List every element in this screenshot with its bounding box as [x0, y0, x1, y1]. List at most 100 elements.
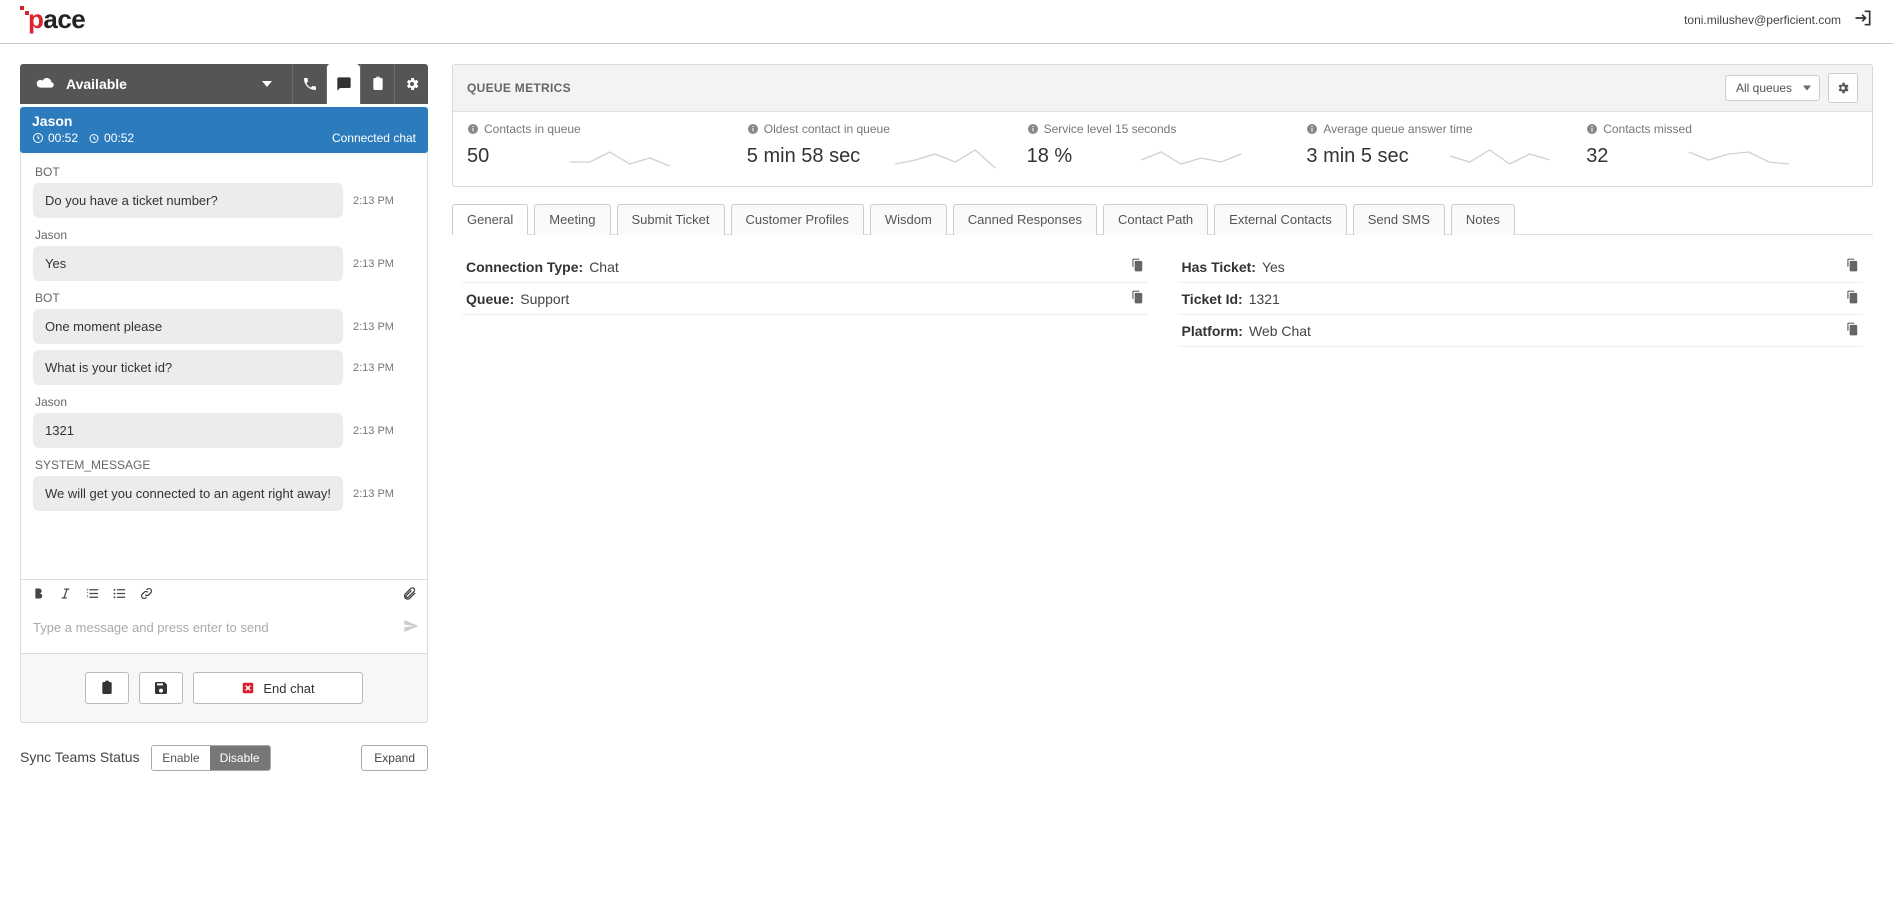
info-col-left: Connection Type: Chat Queue: Support [462, 251, 1148, 347]
tab-submit-ticket[interactable]: Submit Ticket [617, 204, 725, 235]
metrics-settings-button[interactable] [1828, 73, 1858, 103]
app-header: pace toni.milushev@perficient.com [0, 0, 1893, 44]
gear-icon [1836, 81, 1850, 95]
settings-tab[interactable] [394, 64, 428, 104]
attachment-button[interactable] [400, 584, 419, 606]
link-button[interactable] [137, 584, 156, 606]
message-sender: Jason [35, 395, 417, 409]
info-icon [1586, 123, 1598, 135]
message-sender: BOT [35, 291, 417, 305]
metric-value: 5 min 58 sec [747, 145, 860, 168]
copy-icon [1130, 290, 1144, 304]
tab-contact-path[interactable]: Contact Path [1103, 204, 1208, 235]
unordered-list-button[interactable] [110, 584, 129, 606]
sync-status-group: Sync Teams Status Enable Disable [20, 745, 271, 771]
header-user-area: toni.milushev@perficient.com [1684, 8, 1873, 31]
sparkline [1084, 142, 1298, 170]
info-icon [1306, 123, 1318, 135]
bold-button[interactable] [29, 584, 48, 606]
info-icon [1027, 123, 1039, 135]
message-row: Do you have a ticket number?2:13 PM [33, 183, 417, 218]
tab-customer-profiles[interactable]: Customer Profiles [731, 204, 864, 235]
chat-scroll[interactable]: BOT Do you have a ticket number?2:13 PM Ja… [21, 153, 427, 579]
metric-item: Oldest contact in queue 5 min 58 sec [747, 122, 1019, 170]
expand-button[interactable]: Expand [361, 745, 428, 771]
send-button[interactable] [403, 618, 419, 637]
copy-icon [1845, 290, 1859, 304]
metric-label: Service level 15 seconds [1027, 122, 1299, 136]
contact-card[interactable]: Jason 00:52 00:52 Connected chat [20, 107, 428, 153]
copy-button[interactable] [1845, 290, 1859, 307]
message-row: Yes2:13 PM [33, 246, 417, 281]
tab-wisdom[interactable]: Wisdom [870, 204, 947, 235]
agent-status-selector[interactable]: Available [20, 74, 292, 95]
metric-value: 32 [1586, 145, 1608, 168]
logo-p: p [28, 4, 43, 34]
info-row: Has Ticket: Yes [1178, 251, 1864, 283]
copy-icon [1845, 258, 1859, 272]
tab-general[interactable]: General [452, 204, 528, 235]
logo: pace [20, 4, 85, 35]
copy-button[interactable] [1130, 290, 1144, 307]
sparkline [1620, 142, 1858, 170]
metric-value: 18 % [1027, 145, 1073, 168]
stopwatch-icon [88, 132, 100, 144]
copy-icon [1845, 322, 1859, 336]
ordered-list-button[interactable] [83, 584, 102, 606]
logo-dots-icon [20, 6, 30, 16]
save-contact-button[interactable] [139, 672, 183, 704]
phone-tab[interactable] [292, 64, 326, 104]
sparkline [1421, 142, 1579, 170]
sparkline [501, 142, 739, 170]
info-label: Connection Type: [466, 259, 583, 275]
message-time: 2:13 PM [353, 258, 394, 270]
info-label: Has Ticket: [1182, 259, 1256, 275]
general-info-grid: Connection Type: Chat Queue: Support Has… [452, 235, 1873, 363]
metrics-body: Contacts in queue 50 Oldest contact in q… [453, 112, 1872, 186]
message-bubble: We will get you connected to an agent ri… [33, 476, 343, 511]
tab-canned-responses[interactable]: Canned Responses [953, 204, 1097, 235]
italic-button[interactable] [56, 584, 75, 606]
metric-label: Contacts missed [1586, 122, 1858, 136]
metrics-title: QUEUE METRICS [467, 81, 571, 95]
info-value: Chat [589, 259, 619, 275]
enable-button[interactable]: Enable [152, 746, 209, 770]
tab-external-contacts[interactable]: External Contacts [1214, 204, 1347, 235]
info-col-right: Has Ticket: Yes Ticket Id: 1321 Platform… [1178, 251, 1864, 347]
detail-tabs: GeneralMeetingSubmit TicketCustomer Prof… [452, 203, 1873, 235]
logout-icon[interactable] [1853, 8, 1873, 31]
message-time: 2:13 PM [353, 425, 394, 437]
metrics-controls: All queues [1725, 73, 1858, 103]
disable-button[interactable]: Disable [210, 746, 270, 770]
message-sender: SYSTEM_MESSAGE [35, 458, 417, 472]
copy-button[interactable] [1845, 258, 1859, 275]
info-value: Support [520, 291, 569, 307]
copy-button[interactable] [1130, 258, 1144, 275]
close-icon [241, 681, 255, 695]
sync-teams-label: Sync Teams Status [20, 749, 140, 765]
chevron-down-icon [262, 81, 272, 87]
message-group: JasonYes2:13 PM [33, 228, 417, 281]
agent-tabs [292, 64, 428, 104]
info-value: 1321 [1249, 291, 1280, 307]
clipboard-button[interactable] [85, 672, 129, 704]
tasks-tab[interactable] [360, 64, 394, 104]
chat-tab[interactable] [326, 64, 360, 104]
sparkline [872, 142, 1018, 170]
message-time: 2:13 PM [353, 321, 394, 333]
timer-2: 00:52 [88, 131, 134, 145]
copy-button[interactable] [1845, 322, 1859, 339]
contact-name: Jason [32, 113, 416, 129]
message-bubble: One moment please [33, 309, 343, 344]
metric-label-text: Oldest contact in queue [764, 122, 890, 136]
end-chat-button[interactable]: End chat [193, 672, 363, 704]
message-input[interactable] [29, 614, 403, 641]
tab-meeting[interactable]: Meeting [534, 204, 610, 235]
end-chat-label: End chat [263, 681, 314, 696]
message-row: We will get you connected to an agent ri… [33, 476, 417, 511]
chat-panel: BOT Do you have a ticket number?2:13 PM Ja… [20, 153, 428, 654]
agent-status-text: Available [66, 76, 127, 92]
tab-send-sms[interactable]: Send SMS [1353, 204, 1445, 235]
tab-notes[interactable]: Notes [1451, 204, 1515, 235]
queue-selector[interactable]: All queues [1725, 75, 1820, 101]
